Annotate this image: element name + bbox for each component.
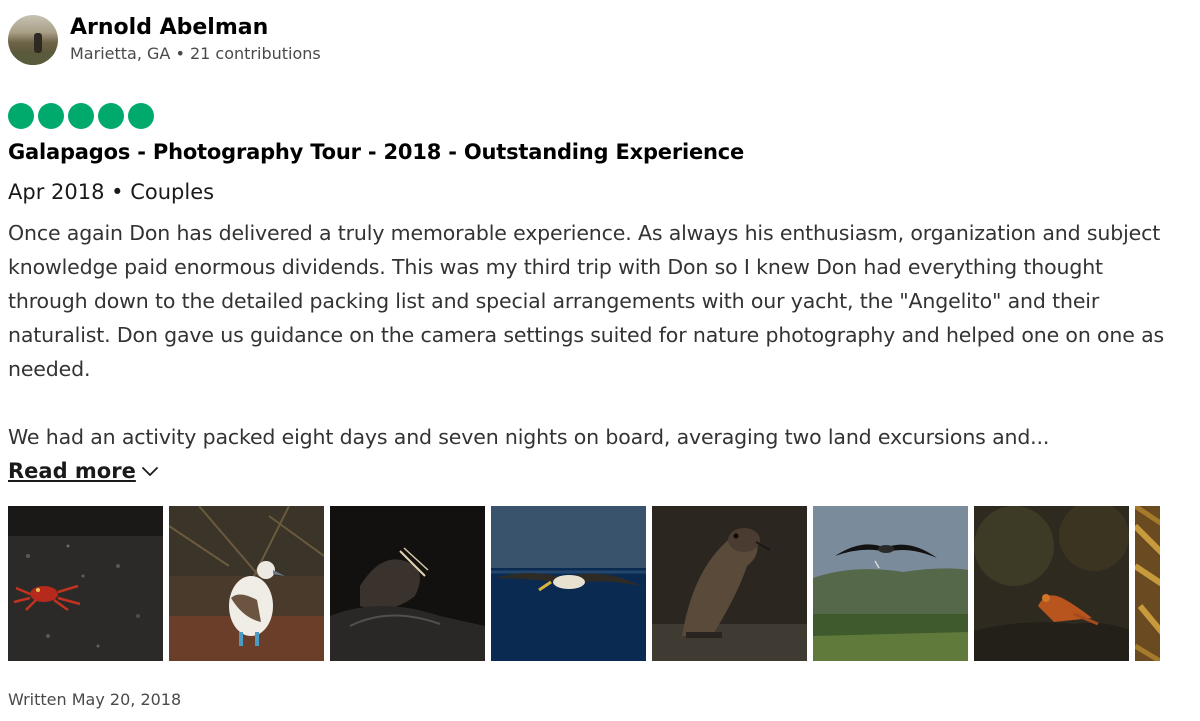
rating-bubble-filled (8, 103, 34, 129)
sally-lightfoot-crab-photo[interactable] (8, 506, 163, 661)
author-meta: Marietta, GA • 21 contributions (70, 42, 321, 66)
fur-seal-photo[interactable] (652, 506, 807, 661)
photo-strip (8, 506, 1160, 661)
meta-separator: • (175, 44, 185, 63)
sea-lion-in-shadow-photo[interactable] (330, 506, 485, 661)
trip-type: Couples (130, 180, 215, 204)
author-location: Marietta, GA (70, 44, 171, 63)
author-info: Arnold Abelman Marietta, GA • 21 contrib… (70, 14, 321, 66)
avatar[interactable] (8, 15, 58, 65)
partial-photo[interactable] (1135, 506, 1160, 661)
lava-lizard-photo[interactable] (974, 506, 1129, 661)
visit-info: Apr 2018 • Couples (8, 177, 1188, 207)
rating-bubbles (8, 103, 1188, 129)
avatar-ground (8, 51, 58, 65)
rating-bubble-filled (68, 103, 94, 129)
blue-footed-booby-photo[interactable] (169, 506, 324, 661)
albatross-over-ocean-photo[interactable] (491, 506, 646, 661)
author-header: Arnold Abelman Marietta, GA • 21 contrib… (8, 14, 1188, 66)
chevron-down-icon (141, 467, 158, 476)
review-card: Arnold Abelman Marietta, GA • 21 contrib… (8, 14, 1188, 488)
written-date: Written May 20, 2018 (8, 690, 182, 709)
avatar-figure (34, 33, 42, 53)
review-title[interactable]: Galapagos - Photography Tour - 2018 - Ou… (8, 137, 1188, 167)
visit-separator: • (111, 180, 124, 204)
albatross-flying-photo[interactable] (813, 506, 968, 661)
review-paragraph: We had an activity packed eight days and… (8, 425, 1050, 449)
read-more-label: Read more (8, 459, 136, 483)
visit-date: Apr 2018 (8, 180, 105, 204)
read-more-button[interactable]: Read more (8, 454, 160, 488)
author-name[interactable]: Arnold Abelman (70, 14, 321, 42)
rating-bubble-filled (98, 103, 124, 129)
review-paragraph: Once again Don has delivered a truly mem… (8, 221, 1165, 381)
rating-bubble-filled (38, 103, 64, 129)
author-contributions: 21 contributions (189, 44, 321, 63)
rating-bubble-filled (128, 103, 154, 129)
review-body: Once again Don has delivered a truly mem… (8, 216, 1168, 454)
